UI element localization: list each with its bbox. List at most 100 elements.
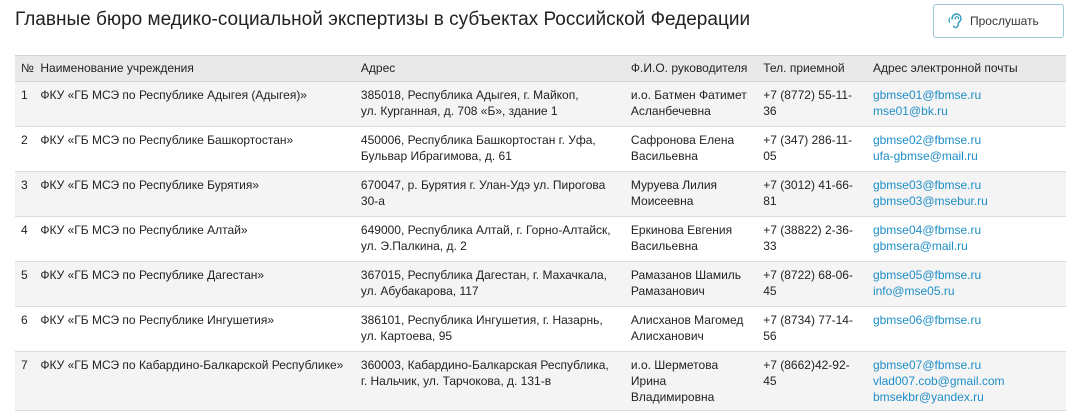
email-cell: gbmse05@fbmse.ru info@mse05.ru: [866, 261, 1066, 307]
address-cell: 670047, р. Бурятия г. Улан-Удэ ул. Пирог…: [354, 171, 625, 217]
head-name-line: и.о. Батмен Фатимет: [630, 88, 747, 102]
institution-name: ФКУ «ГБ МСЭ по Республике Дагестан»: [34, 261, 355, 307]
address-line: 367015, Республика Дагестан, г. Махачкал…: [360, 268, 608, 282]
page-title: Главные бюро медико-социальной экспертиз…: [15, 9, 751, 30]
email-link[interactable]: info@mse05.ru: [873, 283, 1060, 299]
col-num-header: №: [15, 55, 35, 82]
table-row: 4 ФКУ «ГБ МСЭ по Республике Алтай» 649000,…: [15, 216, 1066, 262]
hearing-icon: [948, 12, 964, 30]
email-link[interactable]: vlad007.cob@gmail.com: [873, 373, 1060, 389]
head-name-line: Моисеевна: [630, 194, 694, 208]
address-line: 30-а: [360, 194, 385, 208]
email-cell: gbmse01@fbmse.ru mse01@bk.ru: [866, 81, 1066, 127]
row-number: 1: [15, 81, 35, 127]
table-row: 3 ФКУ «ГБ МСЭ по Республике Бурятия» 67004…: [15, 171, 1066, 217]
phone-number: +7 (8734) 77-14-56: [757, 306, 867, 352]
col-email-header: Адрес электронной почты: [866, 55, 1066, 82]
col-name-header: Наименование учреждения: [34, 55, 355, 82]
head-name-cell: Муруева Лилия Моисеевна: [624, 171, 758, 217]
email-link[interactable]: bmsekbr@yandex.ru: [873, 389, 1060, 405]
head-name-line: Асланбечевна: [630, 104, 711, 118]
address-line: Бульвар Ибрагимова, д. 61: [360, 149, 512, 163]
col-phone-header: Тел. приемной: [757, 55, 867, 82]
listen-button[interactable]: Прослушать: [933, 4, 1064, 38]
row-number: 7: [15, 351, 35, 411]
table-row: 7 ФКУ «ГБ МСЭ по Кабардино-Балкарской Рес…: [15, 351, 1066, 411]
address-cell: 360003, Кабардино-Балкарская Республика,…: [354, 351, 625, 411]
address-line: 385018, Республика Адыгея, г. Майкоп,: [360, 88, 579, 102]
row-number: 5: [15, 261, 35, 307]
address-cell: 385018, Республика Адыгея, г. Майкоп, ул.…: [354, 81, 625, 127]
address-line: 386101, Республика Ингушетия, г. Назарнь…: [360, 313, 603, 327]
address-line: 670047, р. Бурятия г. Улан-Удэ ул. Пирог…: [360, 178, 606, 192]
address-line: 649000, Республика Алтай, г. Горно-Алтай…: [360, 223, 611, 237]
email-cell: gbmse04@fbmse.ru gbmsera@mail.ru: [866, 216, 1066, 262]
email-link[interactable]: gbmse05@fbmse.ru: [873, 267, 1060, 283]
phone-number: +7 (38822) 2-36-33: [757, 216, 867, 262]
bureau-table-container: № Наименование учреждения Адрес Ф.И.О. руко…: [15, 55, 1066, 411]
table-row: 1 ФКУ «ГБ МСЭ по Республике Адыгея (Адыге…: [15, 81, 1066, 127]
head-name-cell: Еркинова Евгения Васильевна: [624, 216, 758, 262]
head-name-line: Алисханов Магомед: [630, 313, 744, 327]
row-number: 6: [15, 306, 35, 352]
address-cell: 367015, Республика Дагестан, г. Махачкал…: [354, 261, 625, 307]
email-link[interactable]: gbmse07@fbmse.ru: [873, 357, 1060, 373]
row-number: 4: [15, 216, 35, 262]
institution-name: ФКУ «ГБ МСЭ по Республике Башкортостан»: [34, 126, 355, 172]
institution-name: ФКУ «ГБ МСЭ по Кабардино-Балкарской Респ…: [34, 351, 355, 411]
bureau-table: № Наименование учреждения Адрес Ф.И.О. руко…: [15, 55, 1066, 411]
phone-number: +7 (3012) 41-66-81: [757, 171, 867, 217]
address-line: 360003, Кабардино-Балкарская Республика,: [360, 358, 609, 372]
email-link[interactable]: gbmse06@fbmse.ru: [873, 312, 1060, 328]
head-name-line: Рамазанов Шамиль: [630, 268, 742, 282]
table-header-row: № Наименование учреждения Адрес Ф.И.О. руко…: [15, 55, 1066, 82]
address-line: ул. Абубакарова, 117: [360, 284, 479, 298]
table-body: 1 ФКУ «ГБ МСЭ по Республике Адыгея (Адыге…: [15, 81, 1066, 411]
address-cell: 450006, Республика Башкортостан г. Уфа, Б…: [354, 126, 625, 172]
head-name-line: Сафронова Елена: [630, 133, 735, 147]
head-name-cell: и.о. Батмен Фатимет Асланбечевна: [624, 81, 758, 127]
email-link[interactable]: gbmse03@fbmse.ru: [873, 177, 1060, 193]
address-cell: 649000, Республика Алтай, г. Горно-Алтай…: [354, 216, 625, 262]
email-cell: gbmse07@fbmse.ru vlad007.cob@gmail.com bms…: [866, 351, 1066, 411]
email-link[interactable]: gbmsera@mail.ru: [873, 238, 1060, 254]
col-address-header: Адрес: [354, 55, 625, 82]
head-name-cell: и.о. Шерметова Ирина Владимировна: [624, 351, 758, 411]
address-line: ул. Картоева, 95: [360, 329, 453, 343]
email-link[interactable]: gbmse04@fbmse.ru: [873, 222, 1060, 238]
institution-name: ФКУ «ГБ МСЭ по Республике Бурятия»: [34, 171, 355, 217]
email-link[interactable]: gbmse03@msebur.ru: [873, 193, 1060, 209]
phone-number: +7 (8662)42-92-45: [757, 351, 867, 411]
email-cell: gbmse02@fbmse.ru ufa-gbmse@mail.ru: [866, 126, 1066, 172]
email-cell: gbmse06@fbmse.ru: [866, 306, 1066, 352]
institution-name: ФКУ «ГБ МСЭ по Республике Алтай»: [34, 216, 355, 262]
email-cell: gbmse03@fbmse.ru gbmse03@msebur.ru: [866, 171, 1066, 217]
institution-name: ФКУ «ГБ МСЭ по Республике Ингушетия»: [34, 306, 355, 352]
head-name-cell: Рамазанов Шамиль Рамазанович: [624, 261, 758, 307]
email-link[interactable]: ufa-gbmse@mail.ru: [873, 148, 1060, 164]
head-name-line: Васильевна: [630, 149, 698, 163]
institution-name: ФКУ «ГБ МСЭ по Республике Адыгея (Адыгея…: [34, 81, 355, 127]
table-row: 2 ФКУ «ГБ МСЭ по Республике Башкортостан»…: [15, 126, 1066, 172]
head-name-line: Еркинова Евгения: [630, 223, 733, 237]
listen-button-label: Прослушать: [970, 14, 1039, 28]
head-name-line: и.о. Шерметова Ирина: [630, 358, 719, 388]
email-link[interactable]: gbmse01@fbmse.ru: [873, 87, 1060, 103]
head-name-line: Васильевна: [630, 239, 698, 253]
address-line: ул. Курганная, д. 708 «Б», здание 1: [360, 104, 558, 118]
row-number: 3: [15, 171, 35, 217]
row-number: 2: [15, 126, 35, 172]
col-head-header: Ф.И.О. руководителя: [624, 55, 758, 82]
table-row: 6 ФКУ «ГБ МСЭ по Республике Ингушетия» 386…: [15, 306, 1066, 352]
email-link[interactable]: mse01@bk.ru: [873, 103, 1060, 119]
head-name-cell: Алисханов Магомед Алисханович: [624, 306, 758, 352]
address-line: г. Нальчик, ул. Тарчокова, д. 131-в: [360, 374, 552, 388]
email-link[interactable]: gbmse02@fbmse.ru: [873, 132, 1060, 148]
head-name-cell: Сафронова Елена Васильевна: [624, 126, 758, 172]
address-line: ул. Э.Палкина, д. 2: [360, 239, 467, 253]
head-name-line: Алисханович: [630, 329, 704, 343]
head-name-line: Муруева Лилия: [630, 178, 718, 192]
head-name-line: Рамазанович: [630, 284, 705, 298]
phone-number: +7 (8772) 55-11-36: [757, 81, 867, 127]
phone-number: +7 (8722) 68-06-45: [757, 261, 867, 307]
